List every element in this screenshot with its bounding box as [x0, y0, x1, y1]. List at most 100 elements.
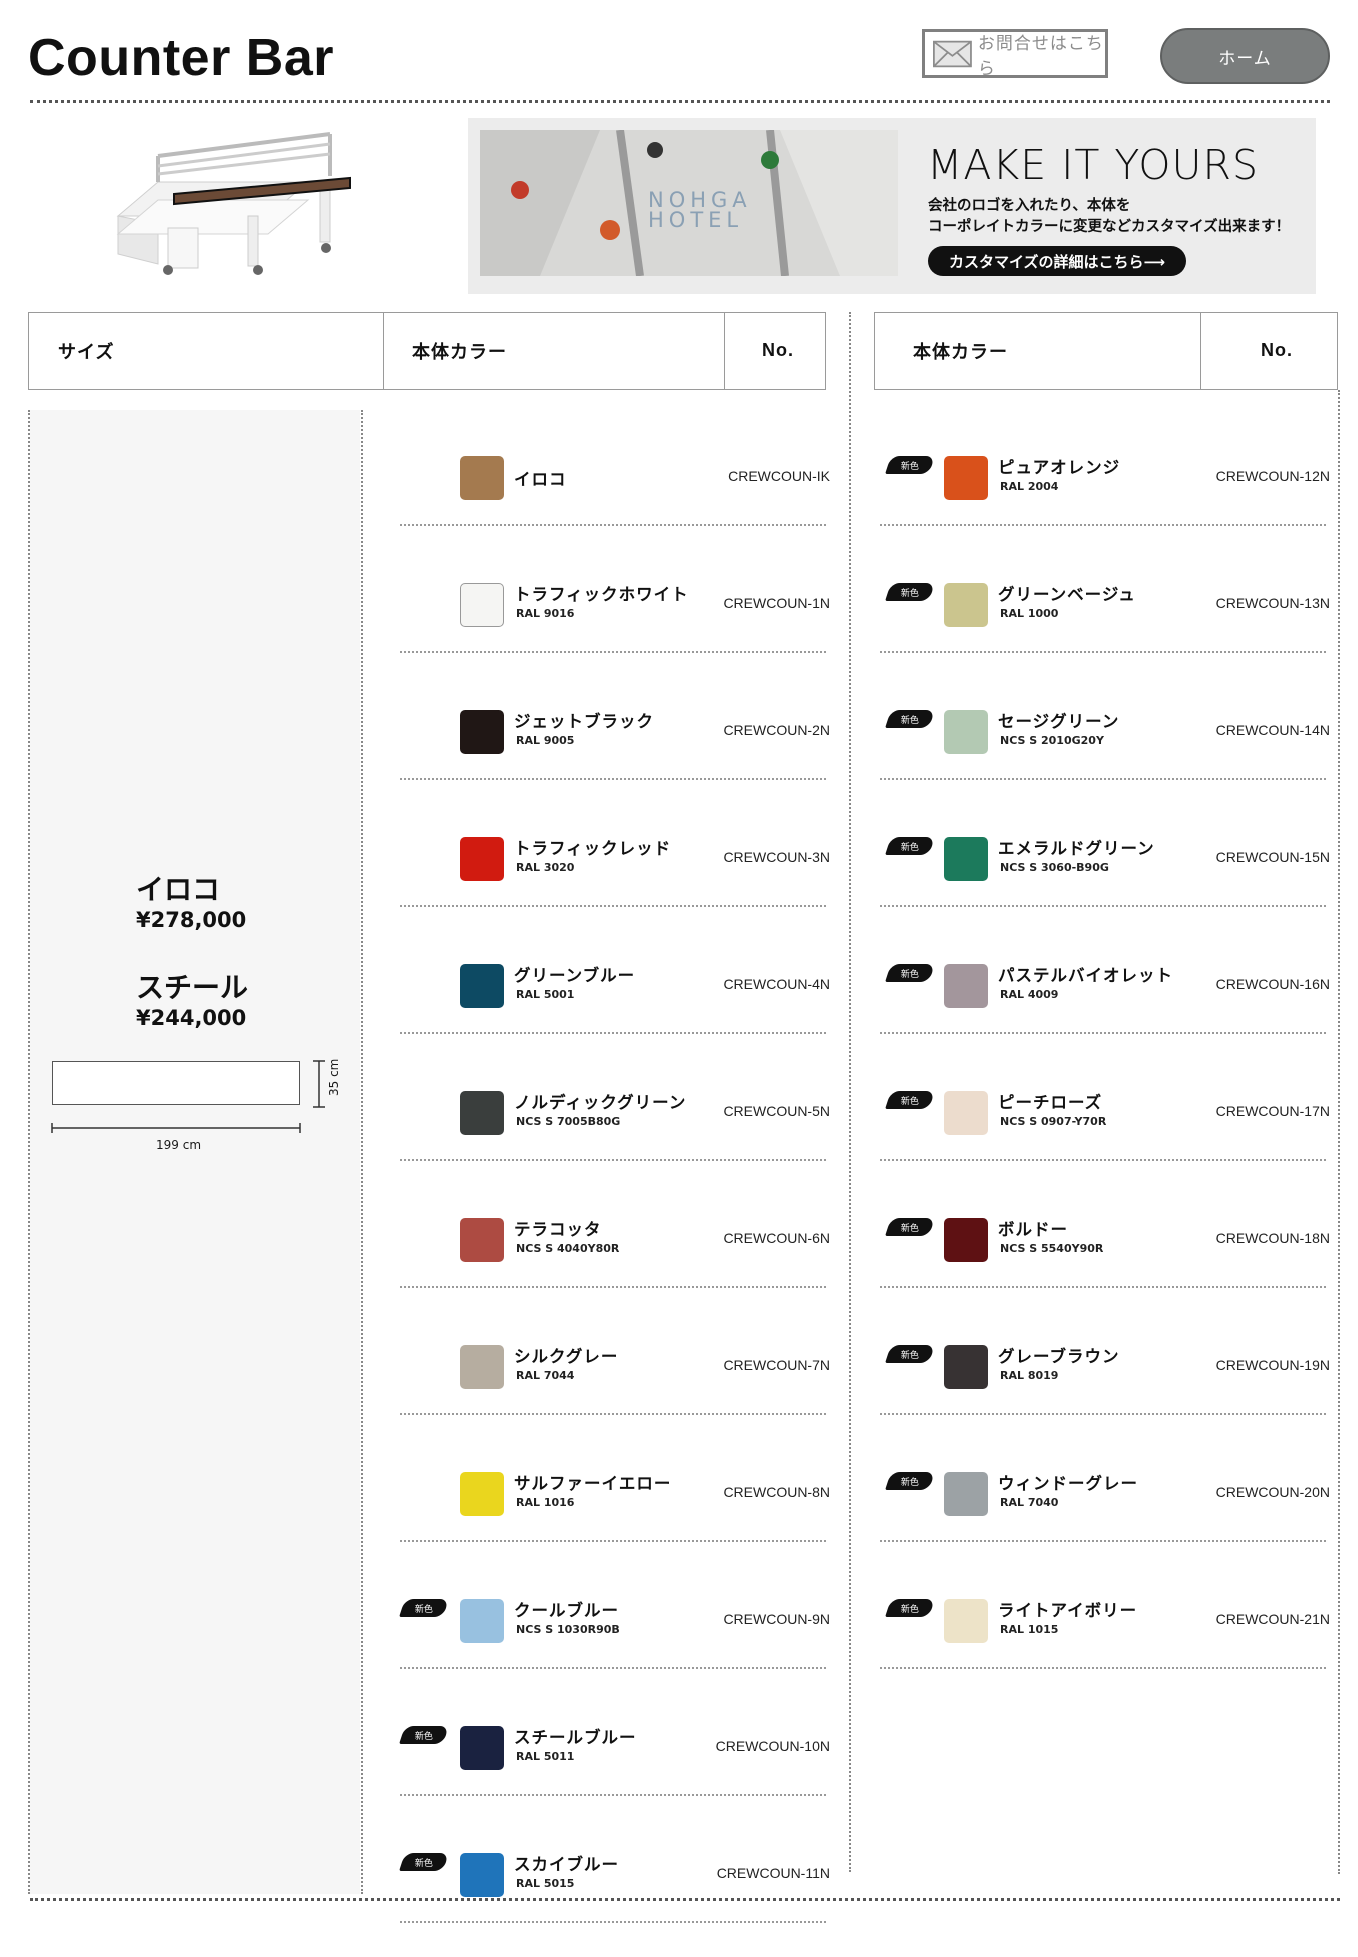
row-divider	[400, 1794, 826, 1796]
product-number: CREWCOUN-7N	[723, 1357, 830, 1373]
color-row[interactable]: シルクグレー RAL 7044 CREWCOUN-7N	[400, 1323, 830, 1449]
color-row[interactable]: 新色 ウィンドーグレー RAL 7040 CREWCOUN-20N	[880, 1450, 1330, 1576]
row-divider	[880, 1159, 1326, 1161]
color-row[interactable]: 新色 ピーチローズ NCS S 0907-Y70R CREWCOUN-17N	[880, 1069, 1330, 1195]
color-row[interactable]: テラコッタ NCS S 4040Y80R CREWCOUN-6N	[400, 1196, 830, 1322]
color-name: エメラルドグリーン	[998, 839, 1155, 858]
product-number: CREWCOUN-14N	[1215, 722, 1330, 738]
color-code: RAL 1016	[516, 1496, 575, 1509]
row-divider	[880, 1413, 1326, 1415]
product-image	[116, 132, 351, 275]
row-divider	[880, 1032, 1326, 1034]
size-diagram-top-view	[52, 1061, 300, 1105]
color-name: パステルバイオレット	[998, 966, 1173, 985]
color-name: トラフィックホワイト	[514, 585, 689, 604]
divider-size	[361, 410, 363, 1894]
new-color-badge: 新色	[885, 1345, 935, 1363]
row-divider	[880, 1540, 1326, 1542]
new-color-badge: 新色	[885, 583, 935, 601]
color-row[interactable]: 新色 ボルドー NCS S 5540Y90R CREWCOUN-18N	[880, 1196, 1330, 1322]
new-color-badge: 新色	[885, 710, 935, 728]
new-color-badge: 新色	[885, 837, 935, 855]
product-number: CREWCOUN-18N	[1215, 1230, 1330, 1246]
color-row[interactable]: 新色 セージグリーン NCS S 2010G20Y CREWCOUN-14N	[880, 688, 1330, 814]
color-name: ノルディックグリーン	[514, 1093, 687, 1112]
new-color-badge: 新色	[399, 1726, 449, 1744]
product-number: CREWCOUN-19N	[1215, 1357, 1330, 1373]
color-row[interactable]: 新色 スチールブルー RAL 5011 CREWCOUN-10N	[399, 1704, 830, 1830]
width-label: 199 cm	[156, 1138, 202, 1152]
mail-icon	[933, 40, 972, 67]
color-swatch	[460, 583, 504, 627]
row-divider	[880, 778, 1326, 780]
color-code: RAL 3020	[516, 861, 575, 874]
size-name-iroko: イロコ	[136, 873, 221, 906]
customize-details-link[interactable]: カスタマイズの詳細はこちら⟶	[928, 246, 1186, 276]
banner-hotel-text: NOHGA HOTEL	[648, 188, 752, 232]
color-row[interactable]: トラフィックレッド RAL 3020 CREWCOUN-3N	[400, 815, 830, 941]
header-divider	[30, 100, 1330, 103]
row-divider	[400, 1032, 826, 1034]
color-row[interactable]: 新色 スカイブルー RAL 5015 CREWCOUN-11N	[399, 1831, 830, 1957]
size-name-steel: スチール	[136, 971, 249, 1004]
color-row[interactable]: 新色 クールブルー NCS S 1030R90B CREWCOUN-9N	[399, 1577, 830, 1703]
customize-banner[interactable]: NOHGA HOTEL MAKE IT YOURS 会社のロゴを入れたり、本体を…	[468, 118, 1316, 294]
color-name: ジェットブラック	[514, 712, 654, 731]
product-number: CREWCOUN-21N	[1215, 1611, 1330, 1627]
product-number: CREWCOUN-1N	[723, 595, 830, 611]
page-title: Counter Bar	[28, 29, 334, 87]
color-name: ピーチローズ	[998, 1093, 1103, 1112]
color-swatch	[460, 964, 504, 1008]
home-button[interactable]: ホーム	[1160, 28, 1330, 84]
width-dimension-line	[51, 1123, 301, 1133]
row-divider	[400, 778, 826, 780]
product-number: CREWCOUN-15N	[1215, 849, 1330, 865]
color-row[interactable]: ジェットブラック RAL 9005 CREWCOUN-2N	[400, 688, 830, 814]
color-row[interactable]: ノルディックグリーン NCS S 7005B80G CREWCOUN-5N	[400, 1069, 830, 1195]
banner-headline: MAKE IT YOURS	[927, 141, 1260, 189]
color-swatch	[460, 1599, 504, 1643]
row-divider	[400, 1540, 826, 1542]
color-swatch	[460, 1218, 504, 1262]
color-code: RAL 1000	[1000, 607, 1059, 620]
color-code: RAL 9016	[516, 607, 575, 620]
size-header: サイズ	[58, 342, 115, 363]
color-code: RAL 7040	[1000, 1496, 1059, 1509]
product-number: CREWCOUN-11N	[716, 1865, 830, 1881]
new-color-badge: 新色	[885, 1472, 935, 1490]
color-name: クールブルー	[514, 1601, 619, 1620]
product-number: CREWCOUN-9N	[723, 1611, 830, 1627]
divider-middle	[849, 312, 851, 1872]
row-divider	[400, 524, 826, 526]
product-number: CREWCOUN-20N	[1215, 1484, 1330, 1500]
color-row[interactable]: グリーンブルー RAL 5001 CREWCOUN-4N	[400, 942, 830, 1068]
color-code: RAL 5001	[516, 988, 575, 1001]
color-row[interactable]: サルファーイエロー RAL 1016 CREWCOUN-8N	[400, 1450, 830, 1576]
color-code: RAL 7044	[516, 1369, 575, 1382]
contact-button[interactable]: お問合せはこちら	[922, 29, 1108, 79]
color-code: RAL 2004	[1000, 480, 1059, 493]
row-divider	[400, 1667, 826, 1669]
color-name: セージグリーン	[998, 712, 1120, 731]
color-row[interactable]: 新色 ライトアイボリー RAL 1015 CREWCOUN-21N	[880, 1577, 1330, 1703]
color-swatch	[944, 964, 988, 1008]
product-number: CREWCOUN-13N	[1215, 595, 1330, 611]
color-row[interactable]: 新色 グリーンベージュ RAL 1000 CREWCOUN-13N	[880, 561, 1330, 687]
color-row[interactable]: 新色 エメラルドグリーン NCS S 3060-B90G CREWCOUN-15N	[880, 815, 1330, 941]
color-name: ピュアオレンジ	[998, 458, 1121, 477]
new-color-badge: 新色	[885, 456, 935, 474]
color-code: NCS S 0907-Y70R	[1000, 1115, 1107, 1128]
color-row[interactable]: 新色 ピュアオレンジ RAL 2004 CREWCOUN-12N	[880, 434, 1330, 560]
color-code: RAL 5015	[516, 1877, 575, 1890]
color-row[interactable]: 新色 グレーブラウン RAL 8019 CREWCOUN-19N	[880, 1323, 1330, 1449]
color-code: RAL 5011	[516, 1750, 575, 1763]
color-row[interactable]: イロコ CREWCOUN-IK	[400, 434, 830, 560]
color-name: グリーンブルー	[514, 966, 636, 985]
row-divider	[400, 1159, 826, 1161]
color-code: NCS S 7005B80G	[516, 1115, 621, 1128]
color-row[interactable]: 新色 パステルバイオレット RAL 4009 CREWCOUN-16N	[880, 942, 1330, 1068]
color-row[interactable]: トラフィックホワイト RAL 9016 CREWCOUN-1N	[400, 561, 830, 687]
row-divider	[880, 1286, 1326, 1288]
product-number: CREWCOUN-12N	[1215, 468, 1330, 484]
color-swatch	[944, 837, 988, 881]
